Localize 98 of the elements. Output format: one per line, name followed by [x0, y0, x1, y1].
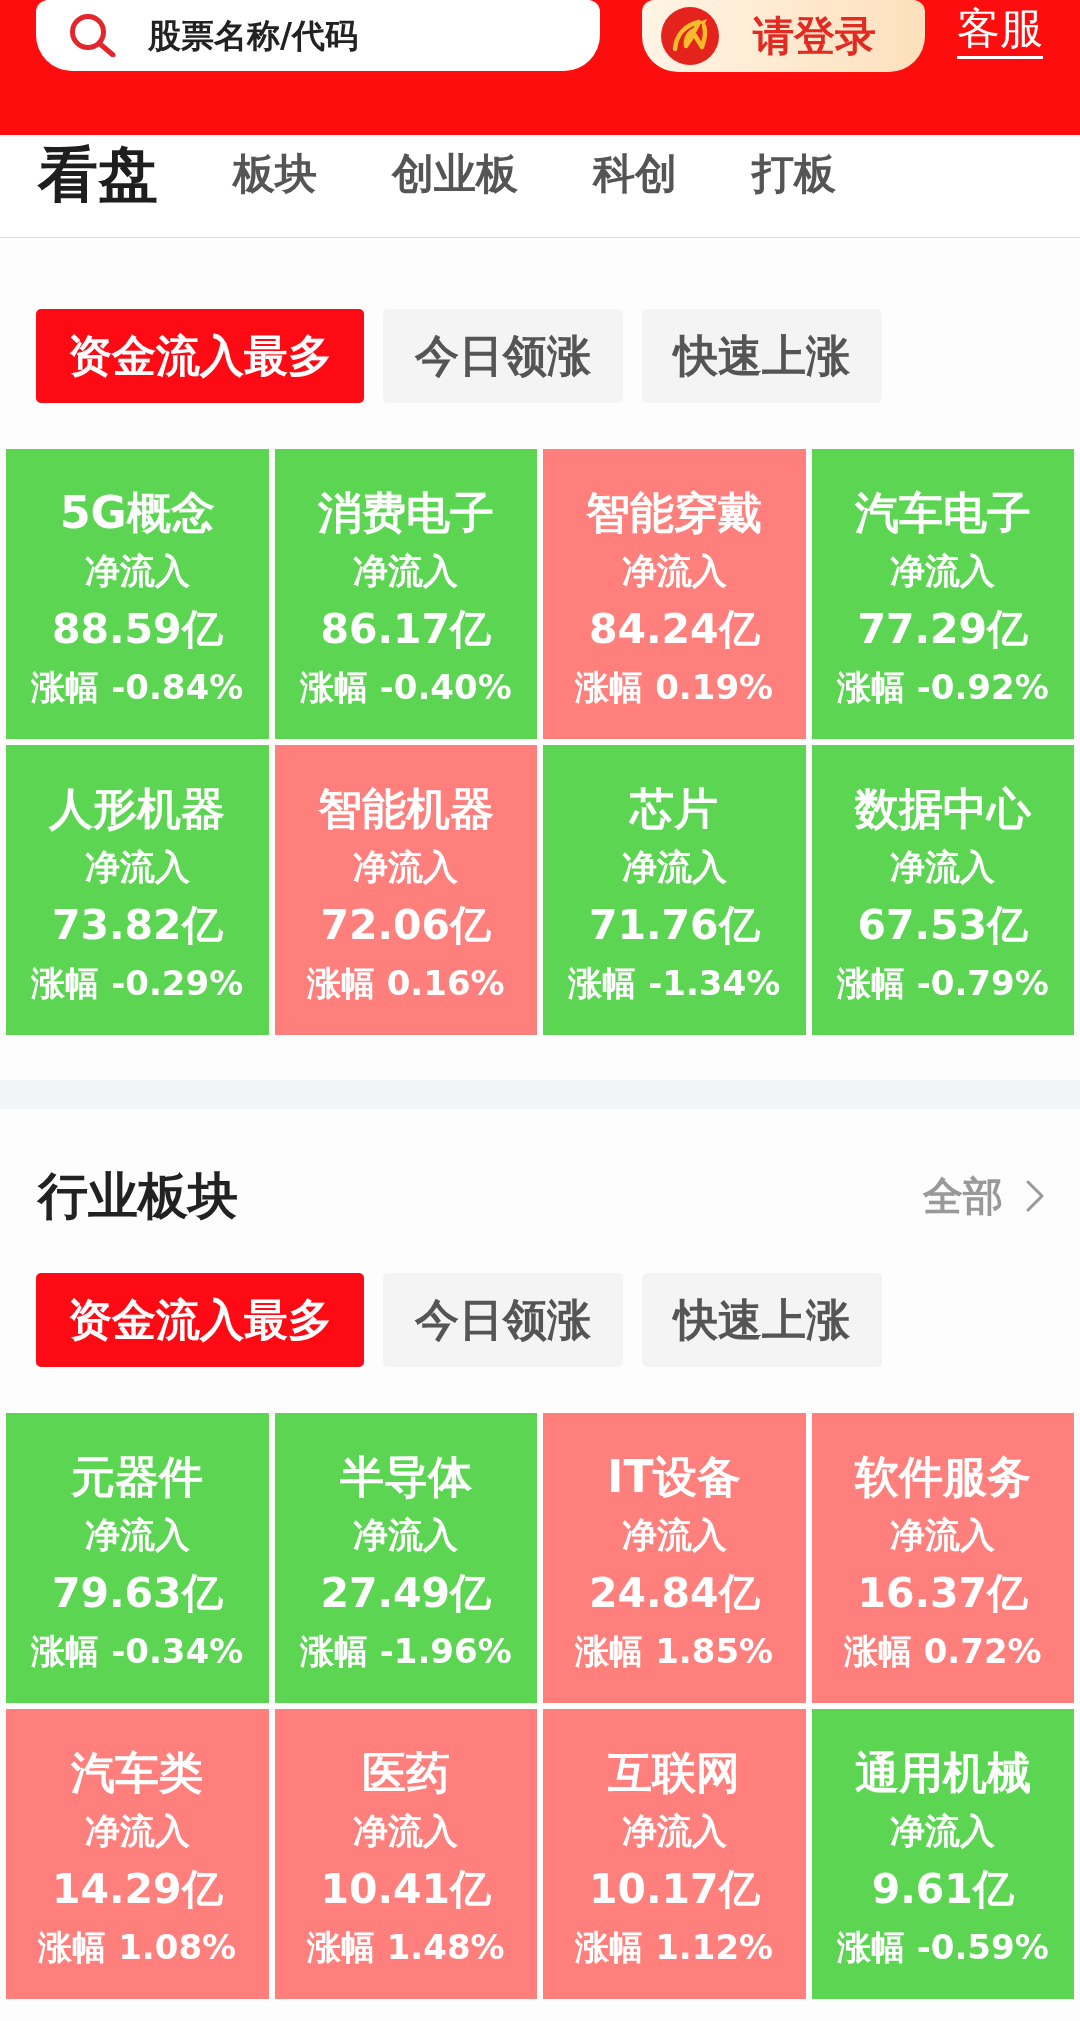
flow-label: 净流入 [621, 550, 727, 593]
flow-amount: 27.49亿 [320, 1568, 492, 1619]
change-text: 涨幅 0.16% [306, 962, 505, 1005]
flow-label: 净流入 [621, 846, 727, 889]
sector-tile[interactable]: 互联网 净流入 10.17亿 涨幅 1.12% [543, 1709, 806, 1999]
logo-icon [661, 7, 719, 65]
flow-amount: 72.06亿 [320, 900, 492, 951]
change-text: 涨幅 1.12% [575, 1926, 774, 1969]
sector-tile[interactable]: 汽车电子 净流入 77.29亿 涨幅 -0.92% [811, 449, 1074, 739]
flow-label: 净流入 [353, 1514, 459, 1557]
flow-amount: 71.76亿 [588, 900, 760, 951]
filter-button[interactable]: 资金流入最多 [36, 1273, 364, 1367]
flow-amount: 10.41亿 [320, 1864, 492, 1915]
sector-name: 元器件 [71, 1450, 204, 1504]
flow-label: 净流入 [84, 1514, 190, 1557]
sector-name: 人形机器 [49, 782, 226, 836]
flow-amount: 14.29亿 [51, 1864, 223, 1915]
sector-tile[interactable]: 智能机器 净流入 72.06亿 涨幅 0.16% [274, 745, 537, 1035]
sector-tile[interactable]: 元器件 净流入 79.63亿 涨幅 -0.34% [6, 1413, 269, 1703]
sector-tile[interactable]: 智能穿戴 净流入 84.24亿 涨幅 0.19% [543, 449, 806, 739]
flow-amount: 73.82亿 [51, 900, 223, 951]
flow-label: 净流入 [84, 550, 190, 593]
flow-label: 净流入 [890, 1810, 996, 1853]
filter-button[interactable]: 今日领涨 [383, 309, 623, 403]
flow-amount: 84.24亿 [588, 604, 760, 655]
flow-label: 净流入 [890, 846, 996, 889]
sector-name: 数据中心 [854, 782, 1031, 836]
sector-name: 互联网 [608, 1746, 741, 1800]
change-text: 涨幅 -0.79% [836, 962, 1049, 1005]
sector-name: 5G概念 [59, 486, 215, 540]
sector-name: 消费电子 [317, 486, 494, 540]
section-title: 行业板块 [38, 1166, 238, 1226]
flow-amount: 10.17亿 [588, 1864, 760, 1915]
flow-amount: 67.53亿 [857, 900, 1029, 951]
nav-tab[interactable]: 创业板 [392, 150, 518, 198]
change-text: 涨幅 1.85% [575, 1630, 774, 1673]
sector-tile[interactable]: 消费电子 净流入 86.17亿 涨幅 -0.40% [274, 449, 537, 739]
change-text: 涨幅 -0.34% [31, 1630, 244, 1673]
change-text: 涨幅 1.08% [38, 1926, 237, 1969]
flow-label: 净流入 [84, 1810, 190, 1853]
change-text: 涨幅 -1.96% [299, 1630, 512, 1673]
change-text: 涨幅 0.72% [843, 1630, 1042, 1673]
sector-tile[interactable]: 半导体 净流入 27.49亿 涨幅 -1.96% [274, 1413, 537, 1703]
flow-amount: 79.63亿 [51, 1568, 223, 1619]
sector-tile[interactable]: 芯片 净流入 71.76亿 涨幅 -1.34% [543, 745, 806, 1035]
flow-amount: 9.61亿 [871, 1864, 1014, 1915]
sector-tile[interactable]: 软件服务 净流入 16.37亿 涨幅 0.72% [811, 1413, 1074, 1703]
nav-tab[interactable]: 打板 [752, 150, 836, 198]
chevron-right-icon [1025, 1180, 1045, 1212]
flow-label: 净流入 [890, 550, 996, 593]
nav-tab[interactable]: 看盘 [38, 141, 158, 207]
sector-name: 软件服务 [854, 1450, 1031, 1504]
change-text: 涨幅 -0.59% [836, 1926, 1049, 1969]
change-text: 涨幅 0.19% [575, 666, 774, 709]
flow-amount: 86.17亿 [320, 604, 492, 655]
search-icon [69, 13, 116, 57]
change-text: 涨幅 -1.34% [568, 962, 781, 1005]
filter-button[interactable]: 今日领涨 [383, 1273, 623, 1367]
flow-label: 净流入 [353, 846, 459, 889]
filter-button[interactable]: 快速上涨 [642, 309, 882, 403]
sector-name: 汽车电子 [854, 486, 1031, 540]
change-text: 涨幅 -0.84% [31, 666, 244, 709]
flow-label: 净流入 [621, 1514, 727, 1557]
sector-name: 通用机械 [854, 1746, 1031, 1800]
sector-name: 智能机器 [317, 782, 494, 836]
flow-amount: 88.59亿 [51, 604, 223, 655]
sector-tile[interactable]: 5G概念 净流入 88.59亿 涨幅 -0.84% [6, 449, 269, 739]
change-text: 涨幅 -0.92% [836, 666, 1049, 709]
flow-amount: 16.37亿 [857, 1568, 1029, 1619]
change-text: 涨幅 -0.29% [31, 962, 244, 1005]
change-text: 涨幅 -0.40% [299, 666, 512, 709]
flow-label: 净流入 [353, 1810, 459, 1853]
sector-name: IT设备 [607, 1450, 742, 1504]
flow-amount: 24.84亿 [588, 1568, 760, 1619]
sector-name: 半导体 [339, 1450, 472, 1504]
customer-service-link[interactable]: 客服 [957, 7, 1043, 59]
filter-button[interactable]: 快速上涨 [642, 1273, 882, 1367]
flow-label: 净流入 [84, 846, 190, 889]
sector-name: 医药 [361, 1746, 450, 1800]
sector-tile[interactable]: 通用机械 净流入 9.61亿 涨幅 -0.59% [811, 1709, 1074, 1999]
nav-tab[interactable]: 科创 [593, 150, 677, 198]
change-text: 涨幅 1.48% [306, 1926, 505, 1969]
sector-name: 芯片 [630, 782, 719, 836]
filter-button[interactable]: 资金流入最多 [36, 309, 364, 403]
flow-amount: 77.29亿 [857, 604, 1029, 655]
sector-tile[interactable]: 医药 净流入 10.41亿 涨幅 1.48% [274, 1709, 537, 1999]
login-button[interactable]: 请登录 [642, 0, 925, 72]
flow-label: 净流入 [621, 1810, 727, 1853]
sector-tile[interactable]: 人形机器 净流入 73.82亿 涨幅 -0.29% [6, 745, 269, 1035]
sector-name: 汽车类 [71, 1746, 204, 1800]
sector-name: 智能穿戴 [586, 486, 763, 540]
nav-tab[interactable]: 板块 [233, 150, 317, 198]
sector-tile[interactable]: 汽车类 净流入 14.29亿 涨幅 1.08% [6, 1709, 269, 1999]
sector-tile[interactable]: IT设备 净流入 24.84亿 涨幅 1.85% [543, 1413, 806, 1703]
sector-tile[interactable]: 数据中心 净流入 67.53亿 涨幅 -0.79% [811, 745, 1074, 1035]
flow-label: 净流入 [890, 1514, 996, 1557]
view-all-link[interactable]: 全部 [923, 1176, 1045, 1216]
flow-label: 净流入 [353, 550, 459, 593]
